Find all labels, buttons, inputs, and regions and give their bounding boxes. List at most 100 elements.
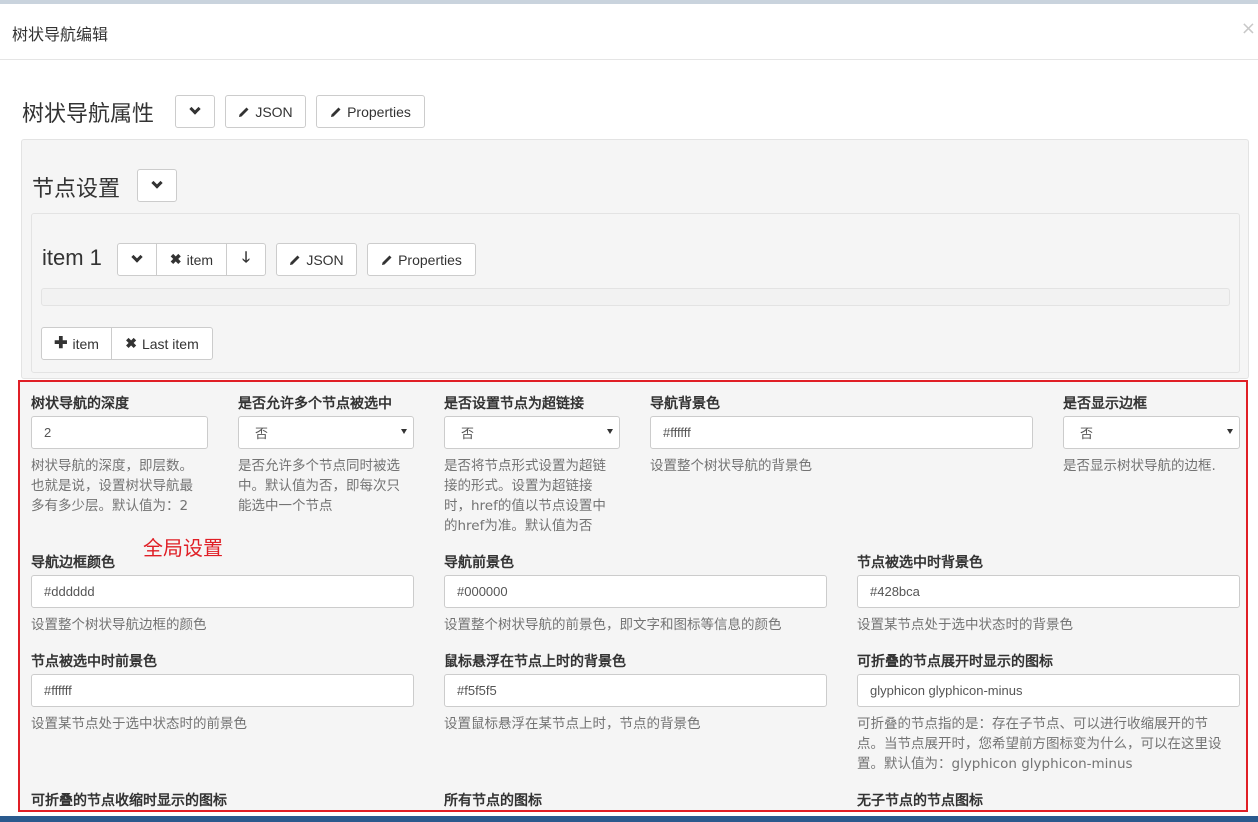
show-border-value: 否 [1080,426,1094,441]
expand-icon-help-line: 点。当节点展开时，您希望前方图标变为什么，可以在这里设 [857,736,1222,752]
hyperlink-help-line: 时，href的值以节点设置中 [444,498,606,514]
caret-down-icon [401,429,407,434]
multiselect-help-line: 能选中一个节点 [238,498,333,514]
arrow-down-icon: 🡓 [242,249,250,266]
hover-bg-help: 设置鼠标悬浮在某节点上时，节点的背景色 [444,714,844,734]
fg-color-label: 导航前景色 [444,555,514,571]
depth-help-line: 多有多少层。默认值为：2 [31,498,189,514]
selected-bg-help: 设置某节点处于选中状态时的背景色 [857,615,1240,635]
depth-help-line: 也就是说，设置树状导航最 [31,478,193,494]
hover-bg-input[interactable]: #f5f5f5 [444,674,827,707]
bg-color-help-line: 设置整个树状导航的背景色 [650,458,812,474]
items-button-group: ✚ item ✖ Last item [41,327,213,360]
multiselect-label: 是否允许多个节点被选中 [238,396,392,412]
pencil-icon [239,107,249,117]
selected-bg-input[interactable]: #428bca [857,575,1240,608]
item-move-down-button[interactable]: 🡓 [226,243,266,276]
collapse-icon-label: 可折叠的节点收缩时显示的图标 [31,793,227,809]
bg-color-help: 设置整个树状导航的背景色 [650,456,1030,476]
tree-props-title: 树状导航属性 [22,101,155,126]
chevron-down-icon [189,103,201,115]
item-collapse-button[interactable] [117,243,157,276]
hyperlink-select[interactable]: 否 [444,416,620,449]
depth-label: 树状导航的深度 [31,396,129,412]
hyperlink-help-line: 是否将节点形式设置为超链 [444,458,606,474]
leaf-icon-label: 无子节点的节点图标 [857,793,983,809]
item-remove-label: item [186,251,214,268]
selected-fg-label: 节点被选中时前景色 [31,654,157,670]
item-button-group: ✖ item 🡓 [117,243,266,276]
json-label: JSON [306,251,344,268]
close-icon[interactable]: × [1241,18,1256,39]
json-label: JSON [255,103,293,120]
expand-icon-input[interactable]: glyphicon glyphicon-minus [857,674,1240,707]
add-item-button[interactable]: ✚ item [41,327,112,360]
caret-down-icon [607,429,613,434]
properties-label: Properties [398,251,462,268]
multiselect-help-line: 中。默认值为否，即每次只 [238,478,400,494]
remove-last-item-button[interactable]: ✖ Last item [111,327,213,360]
border-color-label: 导航边框颜色 [31,555,115,571]
expand-icon-label: 可折叠的节点展开时显示的图标 [857,654,1053,670]
show-border-help: 是否显示树状导航的边框. [1063,456,1243,476]
multiselect-help-line: 是否允许多个节点同时被选 [238,458,400,474]
bg-color-label: 导航背景色 [650,396,720,412]
item-title: item 1 [42,245,102,270]
pencil-icon [290,255,300,265]
item-properties-button[interactable]: Properties [367,243,476,276]
fg-color-input[interactable]: #000000 [444,575,827,608]
expand-icon-help: 可折叠的节点指的是：存在子节点、可以进行收缩展开的节 点。当节点展开时，您希望前… [857,714,1242,774]
item-content-bar [41,288,1230,306]
selected-fg-input[interactable]: #ffffff [31,674,414,707]
tree-props-properties-button[interactable]: Properties [316,95,425,128]
fg-color-help-line: 设置整个树状导航的前景色，即文字和图标等信息的颜色 [444,617,782,633]
multiselect-value: 否 [255,426,269,441]
chevron-down-icon [151,177,163,189]
x-icon: ✖ [125,335,137,351]
caret-down-icon [1227,429,1233,434]
show-border-label: 是否显示边框 [1063,396,1147,412]
hyperlink-help: 是否将节点形式设置为超链 接的形式。设置为超链接 时，href的值以节点设置中 … [444,456,634,536]
multiselect-help: 是否允许多个节点同时被选 中。默认值为否，即每次只 能选中一个节点 [238,456,428,516]
window-bottom-strip [0,816,1258,822]
tree-props-collapse-button[interactable] [175,95,215,128]
show-border-select[interactable]: 否 [1063,416,1240,449]
plus-icon: ✚ [54,334,68,352]
border-color-help: 设置整个树状导航边框的颜色 [31,615,421,635]
pencil-icon [331,107,341,117]
selected-fg-help: 设置某节点处于选中状态时的前景色 [31,714,421,734]
global-settings-note: 全局设置 [143,538,223,560]
fg-color-help: 设置整个树状导航的前景色，即文字和图标等信息的颜色 [444,615,844,635]
pencil-icon [382,255,392,265]
show-border-help-line: 是否显示树状导航的边框. [1063,458,1216,474]
hyperlink-value: 否 [461,426,475,441]
chevron-down-icon [131,251,143,263]
depth-input[interactable]: 2 [31,416,208,449]
item-json-button[interactable]: JSON [276,243,357,276]
selected-bg-help-line: 设置某节点处于选中状态时的背景色 [857,617,1073,633]
hover-bg-label: 鼠标悬浮在节点上时的背景色 [444,654,626,670]
expand-icon-help-line: 置。默认值为：glyphicon glyphicon-minus [857,756,1133,772]
tree-props-json-button[interactable]: JSON [225,95,306,128]
node-settings-title: 节点设置 [32,176,121,201]
border-color-help-line: 设置整个树状导航边框的颜色 [31,617,207,633]
selected-bg-label: 节点被选中时背景色 [857,555,983,571]
item-remove-button[interactable]: ✖ item [156,243,227,276]
hyperlink-help-line: 的href为准。默认值为否 [444,518,593,534]
properties-label: Properties [347,103,411,120]
node-settings-collapse-button[interactable] [137,169,177,202]
expand-icon-help-line: 可折叠的节点指的是：存在子节点、可以进行收缩展开的节 [857,716,1208,732]
multiselect-select[interactable]: 否 [238,416,414,449]
node-icon-label: 所有节点的图标 [444,793,542,809]
modal-title: 树状导航编辑 [12,25,109,44]
selected-fg-help-line: 设置某节点处于选中状态时的前景色 [31,716,247,732]
border-color-input[interactable]: #dddddd [31,575,414,608]
modal-header: 树状导航编辑 × [0,4,1258,60]
hyperlink-help-line: 接的形式。设置为超链接 [444,478,593,494]
depth-help-line: 树状导航的深度，即层数。 [31,458,193,474]
remove-last-item-label: Last item [141,335,199,352]
add-item-label: item [72,335,99,352]
bg-color-input[interactable]: #ffffff [650,416,1033,449]
hover-bg-help-line: 设置鼠标悬浮在某节点上时，节点的背景色 [444,716,701,732]
hyperlink-label: 是否设置节点为超链接 [444,396,584,412]
